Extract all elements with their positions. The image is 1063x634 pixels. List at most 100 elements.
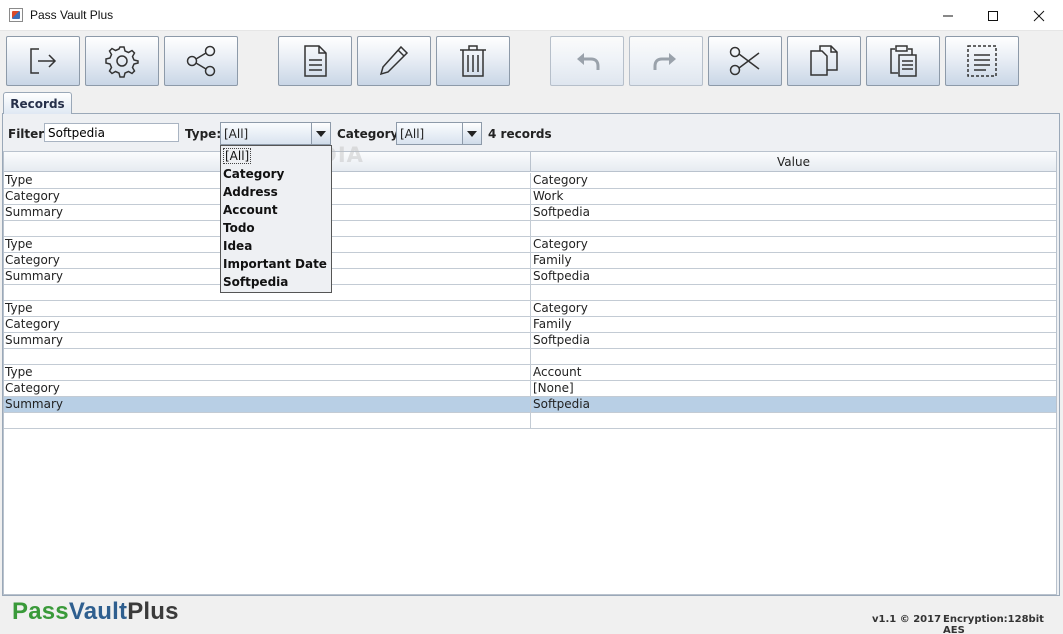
- delete-record-button[interactable]: [436, 36, 510, 86]
- table-row[interactable]: [4, 285, 1056, 301]
- chevron-down-icon[interactable]: [462, 123, 481, 144]
- category-label: Category:: [337, 127, 404, 141]
- type-dropdown-list: [All] Category Address Account Todo Idea Impor…: [220, 145, 332, 293]
- type-dropdown-option[interactable]: [All]: [222, 147, 330, 165]
- scissors-icon: [729, 46, 760, 76]
- table-row[interactable]: [4, 349, 1056, 365]
- table-row[interactable]: Type Category: [4, 173, 1056, 189]
- redo-button[interactable]: [629, 36, 703, 86]
- value-cell: Category: [533, 173, 588, 187]
- settings-button[interactable]: [85, 36, 159, 86]
- table-row[interactable]: Type Category: [4, 301, 1056, 317]
- type-dropdown-option[interactable]: Important Date: [222, 255, 330, 273]
- field-cell: Type: [4, 365, 531, 380]
- column-header-value[interactable]: Value: [531, 152, 1056, 172]
- edit-record-button[interactable]: [357, 36, 431, 86]
- value-cell: Softpedia: [533, 205, 590, 219]
- maximize-icon: [988, 10, 998, 21]
- value-cell: Softpedia: [533, 333, 590, 347]
- type-combo-value: [All]: [224, 127, 249, 141]
- type-dropdown-option[interactable]: Account: [222, 201, 330, 219]
- maximize-button[interactable]: [970, 0, 1016, 31]
- filter-input[interactable]: [44, 123, 179, 142]
- table-row[interactable]: Category Family: [4, 253, 1056, 269]
- logo-part-pass: Pass: [12, 598, 69, 625]
- cut-button[interactable]: [708, 36, 782, 86]
- table-row[interactable]: Summary Softpedia: [4, 333, 1056, 349]
- type-dropdown-option[interactable]: Todo: [222, 219, 330, 237]
- value-cell: [531, 349, 1056, 364]
- table-row[interactable]: Summary Softpedia: [4, 205, 1056, 221]
- encryption-text: Encryption:128bit AES: [943, 614, 1044, 634]
- window-title: Pass Vault Plus: [30, 8, 114, 22]
- title-bar: Pass Vault Plus: [0, 0, 1063, 31]
- redo-icon: [653, 53, 676, 70]
- value-cell: Family: [533, 253, 572, 267]
- close-button[interactable]: [1016, 0, 1062, 31]
- chevron-down-icon[interactable]: [311, 123, 330, 144]
- field-cell: [4, 413, 531, 428]
- records-table: Value Type Category Category Work Summary Sof…: [3, 151, 1057, 595]
- minimize-button[interactable]: [925, 0, 971, 31]
- table-row[interactable]: Summary Softpedia: [4, 269, 1056, 285]
- value-cell: Category: [533, 237, 588, 251]
- type-combo[interactable]: [All]: [220, 122, 331, 145]
- footer: PassVaultPlus v1.1 © 2017 Encryption:128…: [0, 597, 1063, 634]
- value-cell: Family: [533, 317, 572, 331]
- toolbar: [0, 31, 1063, 91]
- type-dropdown-option[interactable]: Address: [222, 183, 330, 201]
- value-cell: [531, 285, 1056, 300]
- table-row[interactable]: [4, 413, 1056, 429]
- trash-icon: [460, 45, 486, 77]
- logo-part-vault: Vault: [68, 598, 128, 625]
- type-dropdown-option[interactable]: Category: [222, 165, 330, 183]
- table-row[interactable]: Category Family: [4, 317, 1056, 333]
- field-cell: Category: [4, 381, 531, 396]
- table-row[interactable]: Category Work: [4, 189, 1056, 205]
- new-document-icon: [304, 45, 327, 77]
- share-button[interactable]: [164, 36, 238, 86]
- value-cell: Work: [533, 189, 564, 203]
- value-cell: [531, 413, 1056, 428]
- category-combo[interactable]: [All]: [396, 122, 482, 145]
- value-cell: Account: [533, 365, 582, 379]
- table-row[interactable]: [4, 221, 1056, 237]
- value-cell: Category: [533, 301, 588, 315]
- field-cell: [4, 349, 531, 364]
- select-all-icon: [967, 45, 997, 77]
- minimize-icon: [943, 15, 953, 16]
- copy-button[interactable]: [787, 36, 861, 86]
- share-icon: [186, 45, 216, 77]
- table-row[interactable]: Summary Softpedia: [4, 397, 1056, 413]
- record-count: 4 records: [488, 127, 552, 141]
- copy-icon: [810, 45, 838, 76]
- type-dropdown-option-label: [All]: [223, 148, 252, 164]
- pencil-icon: [379, 45, 409, 76]
- value-cell: Softpedia: [533, 269, 590, 283]
- filter-label: Filter:: [8, 127, 50, 141]
- field-cell: Category: [4, 317, 531, 332]
- new-record-button[interactable]: [278, 36, 352, 86]
- paste-button[interactable]: [866, 36, 940, 86]
- tab-records[interactable]: Records: [3, 92, 72, 114]
- type-dropdown-option[interactable]: Idea: [222, 237, 330, 255]
- table-row[interactable]: Type Account: [4, 365, 1056, 381]
- table-row[interactable]: Type Category: [4, 237, 1056, 253]
- gear-icon: [105, 46, 139, 78]
- undo-button[interactable]: [550, 36, 624, 86]
- select-all-button[interactable]: [945, 36, 1019, 86]
- exit-button[interactable]: [6, 36, 80, 86]
- value-cell: Softpedia: [533, 397, 590, 411]
- value-cell: [None]: [533, 381, 574, 395]
- logo-part-plus: Plus: [127, 598, 179, 625]
- category-combo-value: [All]: [400, 127, 425, 141]
- field-cell: Summary: [4, 397, 531, 412]
- type-dropdown-option[interactable]: Softpedia: [222, 273, 330, 291]
- field-cell: Summary: [4, 333, 531, 348]
- value-cell: [531, 221, 1056, 236]
- app-logo: PassVaultPlus: [12, 598, 179, 626]
- paste-icon: [890, 45, 917, 77]
- app-icon: [9, 8, 23, 22]
- exit-icon: [30, 48, 57, 74]
- table-row[interactable]: Category [None]: [4, 381, 1056, 397]
